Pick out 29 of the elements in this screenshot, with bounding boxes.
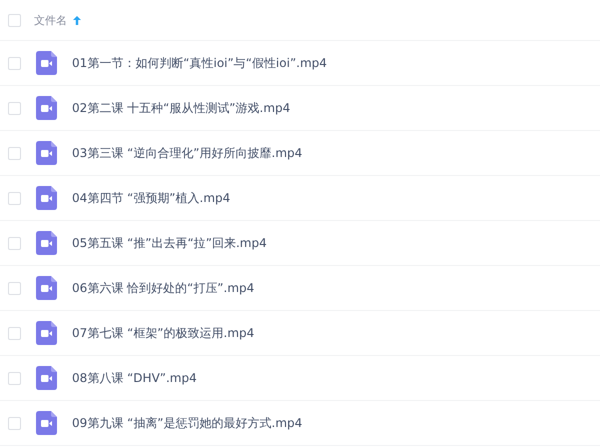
file-name[interactable]: 05第五课 “推”出去再“拉”回来.mp4	[72, 234, 267, 252]
video-file-icon	[36, 276, 57, 300]
sort-arrow-icon[interactable]	[73, 16, 81, 24]
video-file-icon	[36, 366, 57, 390]
video-file-icon	[36, 186, 57, 210]
file-name[interactable]: 01第一节：如何判断“真性ioi”与“假性ioi”.mp4	[72, 54, 327, 72]
file-name[interactable]: 02第二课 十五种“服从性测试”游戏.mp4	[72, 100, 290, 116]
video-file-icon	[36, 141, 57, 165]
checkbox[interactable]	[8, 282, 21, 294]
file-name[interactable]: 03第三课 “逆向合理化”用好所向披靡.mp4	[72, 144, 302, 162]
checkbox[interactable]	[8, 192, 21, 204]
video-file-icon	[36, 51, 57, 75]
file-name[interactable]: 06第六课 恰到好处的“打压”.mp4	[72, 280, 254, 296]
checkbox[interactable]	[8, 56, 21, 70]
video-file-icon	[36, 231, 57, 255]
video-file-icon	[36, 411, 57, 435]
checkbox[interactable]	[8, 146, 21, 160]
video-file-icon	[36, 96, 57, 120]
checkbox[interactable]	[8, 372, 21, 384]
file-name[interactable]: 08第八课 “DHV”.mp4	[72, 370, 197, 386]
file-name[interactable]: 04第四节 “强预期”植入.mp4	[72, 190, 230, 206]
checkbox[interactable]	[8, 102, 21, 114]
video-file-icon	[36, 321, 57, 345]
file-name[interactable]: 09第九课 “抽离”是惩罚她的最好方式.mp4	[72, 414, 302, 432]
checkbox[interactable]	[8, 326, 21, 340]
checkbox[interactable]	[8, 14, 21, 26]
file-name[interactable]: 07第七课 “框架”的极致运用.mp4	[72, 324, 254, 342]
checkbox[interactable]	[8, 236, 21, 250]
checkbox[interactable]	[8, 416, 21, 430]
